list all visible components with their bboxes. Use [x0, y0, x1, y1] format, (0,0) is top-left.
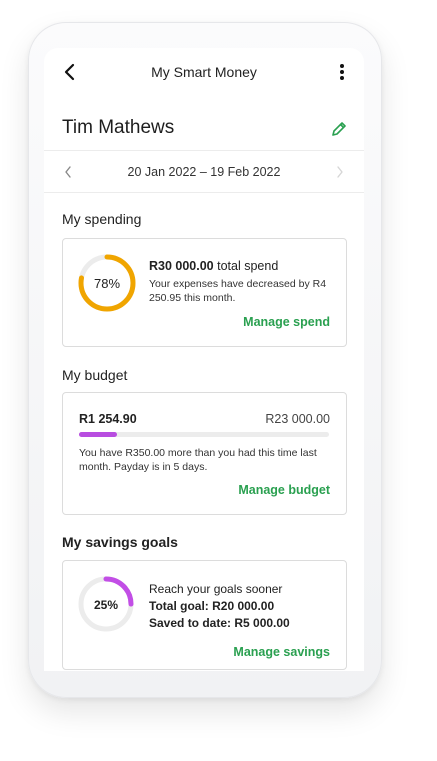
spending-percent: 78%	[93, 276, 121, 291]
budget-note: You have R350.00 more than you had this …	[79, 447, 317, 473]
date-range-label: 20 Jan 2022 – 19 Feb 2022	[127, 165, 281, 179]
savings-card: 25% Reach your goals sooner Total goal: …	[62, 560, 347, 670]
budget-card: R1 254.90 R23 000.00 You have R350.00 mo…	[62, 392, 347, 515]
manage-spend-link[interactable]: Manage spend	[243, 315, 330, 329]
savings-section-title: My savings goals	[62, 534, 178, 550]
user-name-row: Tim Mathews	[44, 108, 364, 148]
spending-amount-suffix: total spend	[213, 259, 279, 273]
spending-section-title: My spending	[62, 211, 142, 227]
user-name: Tim Mathews	[62, 117, 175, 138]
budget-progress-track	[79, 432, 329, 437]
budget-progress-fill	[79, 432, 117, 437]
pencil-edit-icon[interactable]	[330, 120, 348, 138]
savings-headline: Reach your goals sooner	[149, 582, 283, 596]
kebab-menu-icon[interactable]	[336, 60, 348, 84]
manage-savings-link[interactable]: Manage savings	[233, 645, 330, 659]
divider	[44, 192, 364, 193]
savings-total-goal: Total goal: R20 000.00	[149, 599, 275, 613]
chevron-right-icon	[337, 166, 343, 178]
budget-total: R23 000.00	[265, 412, 330, 426]
date-range-selector: 20 Jan 2022 – 19 Feb 2022	[44, 154, 364, 190]
app-screen: My Smart Money Tim Mathews 20 Jan 2022 –…	[44, 48, 364, 671]
budget-spent: R1 254.90	[79, 412, 137, 426]
manage-budget-link[interactable]: Manage budget	[238, 483, 330, 497]
savings-percent: 25%	[93, 598, 119, 612]
top-bar: My Smart Money	[44, 48, 364, 96]
spending-card: 78% R30 000.00 total spend Your expenses…	[62, 238, 347, 347]
spending-amount: R30 000.00	[149, 259, 214, 273]
spending-amount-line: R30 000.00 total spend	[149, 259, 278, 273]
page-title: My Smart Money	[151, 64, 257, 80]
savings-saved-to-date: Saved to date: R5 000.00	[149, 616, 290, 630]
spending-note: Your expenses have decreased by R4 250.9…	[149, 278, 327, 304]
budget-section-title: My budget	[62, 367, 128, 383]
divider	[44, 150, 364, 151]
